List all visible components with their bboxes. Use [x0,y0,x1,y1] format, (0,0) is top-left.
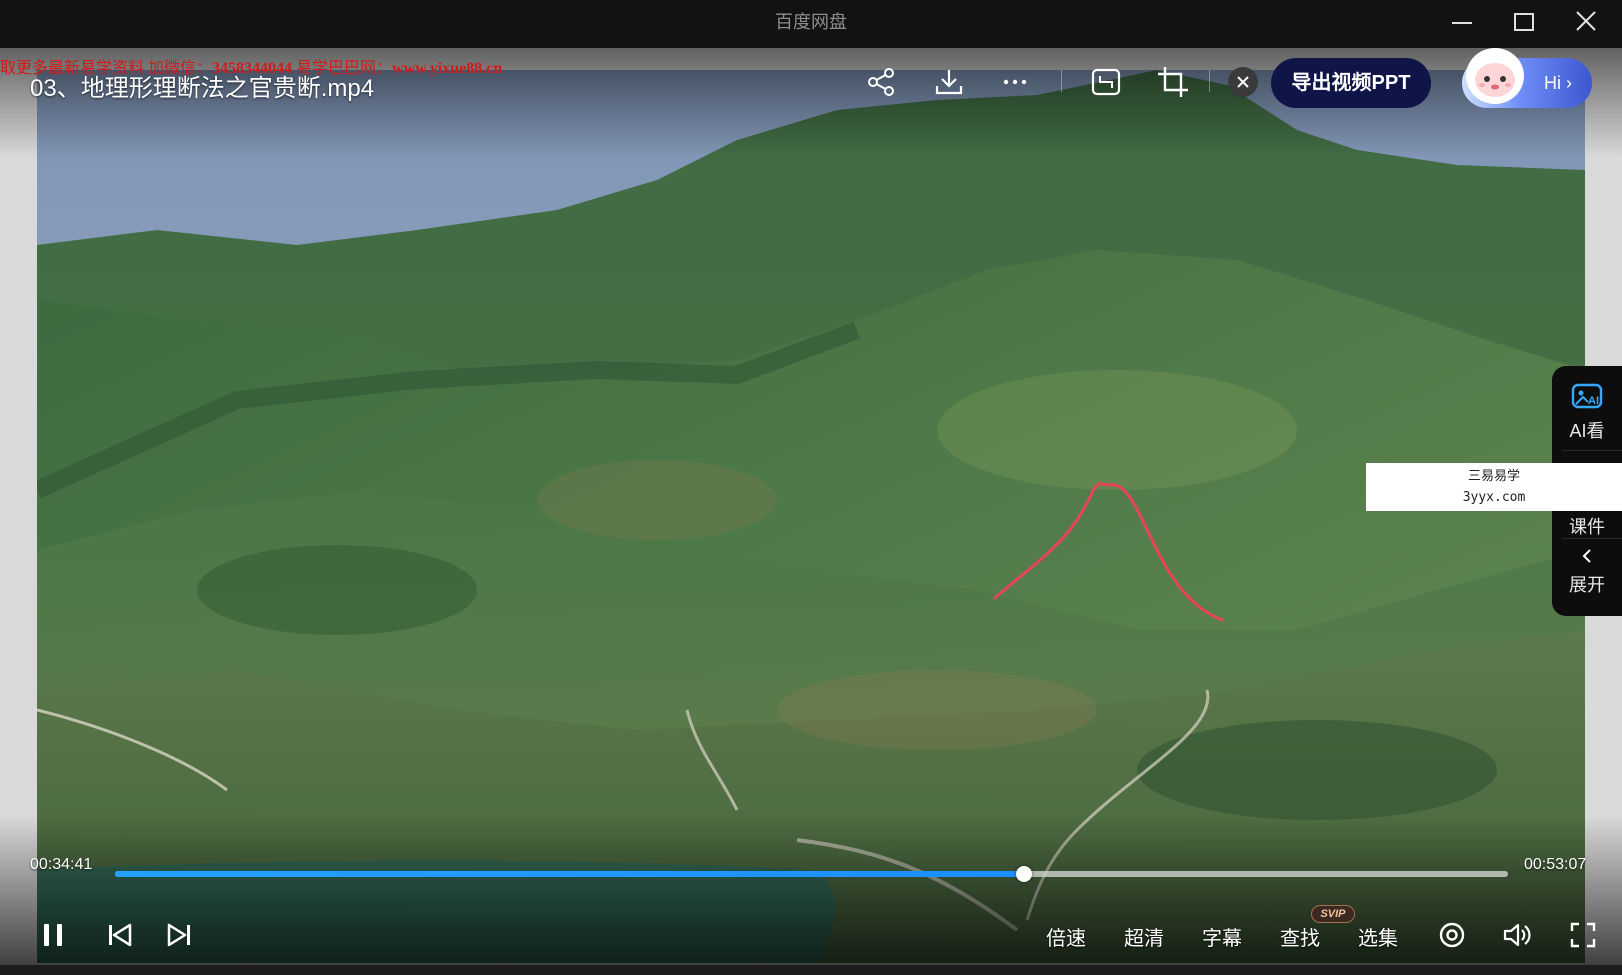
course-watermark-line1: 三易易学 [1467,469,1520,484]
bottom-strip [0,965,1622,975]
hi-label: Hi [1544,73,1561,93]
total-time: 00:53:07 [1524,856,1587,873]
pause-icon[interactable] [37,918,71,952]
ai-image-icon: AI [1571,383,1603,409]
progress-fill [115,871,1025,877]
chevron-left-icon [1582,549,1591,563]
more-icon[interactable] [997,64,1033,100]
divider [1209,70,1210,92]
video-file-title: 03、地理形理断法之官贵断.mp4 [30,75,375,102]
expand-button[interactable]: 展开 [1552,546,1622,597]
course-watermark: 三易易学 3yyx.com [1366,463,1622,511]
divider [1562,538,1622,539]
previous-icon[interactable] [103,918,137,952]
minimize-icon[interactable] [1446,8,1478,36]
next-icon[interactable] [162,918,196,952]
expand-label: 展开 [1569,575,1605,595]
share-icon[interactable] [863,64,899,100]
search-button[interactable]: 查找 [1280,922,1320,951]
crop-icon[interactable] [1155,64,1191,100]
video-player[interactable]: 取更多最新易学资料 加微信：3458344044 易学巴巴网：www.yixue… [0,48,1622,965]
fullscreen-icon[interactable] [1566,918,1600,952]
close-window-icon[interactable] [1570,8,1602,36]
assistant-avatar-icon [1462,48,1528,110]
chevron-right-icon: › [1566,73,1572,93]
export-ppt-button[interactable]: 导出视频PPT [1271,58,1431,108]
speed-button[interactable]: 倍速 [1046,922,1086,951]
current-time: 00:34:41 [30,856,93,873]
ai-watch-label: AI看 [1569,421,1605,441]
settings-icon[interactable] [1435,918,1469,952]
svip-badge: SVIP [1311,905,1355,923]
screen-capture-icon[interactable] [1088,64,1124,100]
course-label: 课件 [1569,517,1605,537]
divider [1562,450,1622,451]
progress-bar[interactable] [115,866,1508,882]
quality-button[interactable]: 超清 [1124,922,1164,951]
watermark-site: www.yixue88.cn [392,60,503,77]
ai-watch-button[interactable]: AI AI看 [1552,382,1622,443]
course-button[interactable]: 课件 [1552,516,1622,538]
close-banner-icon[interactable] [1228,67,1258,97]
download-icon[interactable] [931,64,967,100]
maximize-icon[interactable] [1508,8,1540,36]
subtitle-button[interactable]: 字幕 [1202,922,1242,951]
svg-text:AI: AI [1588,395,1599,407]
episodes-button[interactable]: 选集 [1358,922,1398,951]
volume-icon[interactable] [1500,918,1534,952]
divider [1061,70,1062,92]
window-titlebar: 百度网盘 [0,0,1622,48]
course-watermark-line2: 3yyx.com [1462,490,1526,505]
window-title: 百度网盘 [775,12,847,32]
